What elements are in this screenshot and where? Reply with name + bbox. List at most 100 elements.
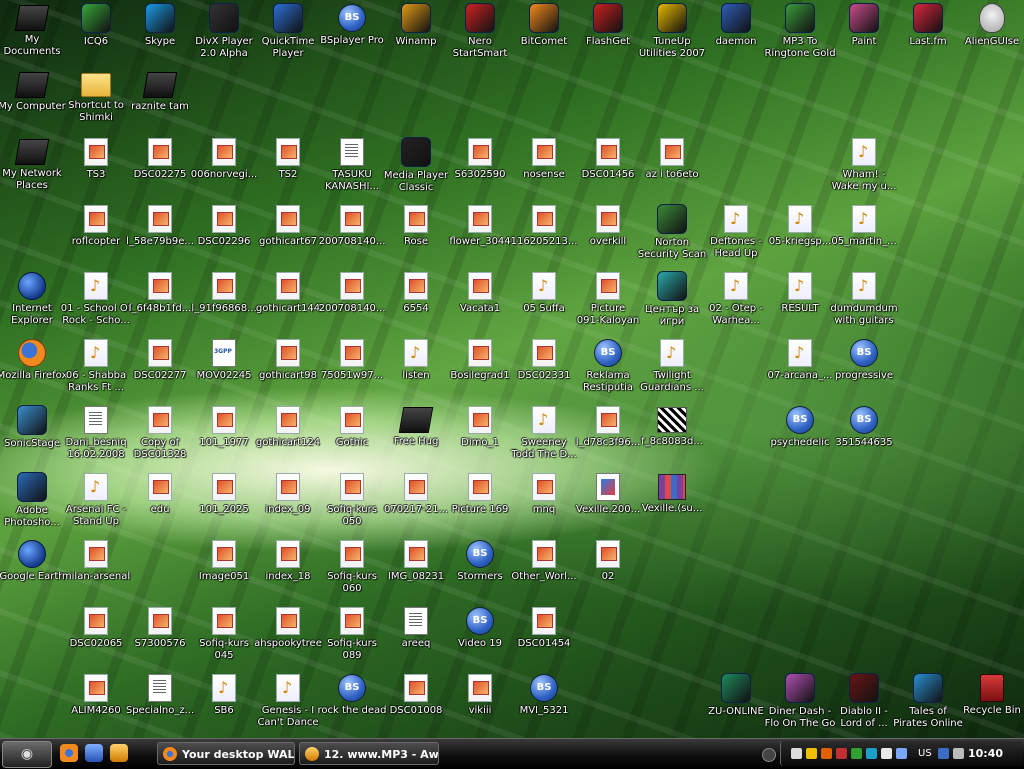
documents-icon [14, 5, 50, 31]
quick-launch-winamp-icon[interactable] [110, 744, 128, 762]
bsplayer-icon: BS [338, 4, 366, 32]
quick-launch-firefox-icon[interactable] [60, 744, 78, 762]
image-file-icon [212, 540, 236, 568]
image-file-icon [340, 339, 364, 367]
desktop-icon[interactable]: Twilight Guardians ... [634, 337, 710, 393]
google-earth-icon [18, 540, 46, 568]
image-file-icon [276, 473, 300, 501]
desktop[interactable]: My Documents ICQ6 Skype DivX Player 2.0 Alp… [0, 0, 1024, 738]
pirates-icon [913, 673, 943, 703]
norton-icon [657, 204, 687, 234]
quick-launch-ie-icon[interactable] [85, 744, 103, 762]
image-file-icon [84, 540, 108, 568]
image-file-icon [532, 473, 556, 501]
image-file-icon [212, 406, 236, 434]
desktop-icon[interactable]: Recycle Bin [954, 672, 1024, 717]
audio-file-icon [788, 205, 812, 233]
desktop-icon[interactable]: DSC01454 [506, 605, 582, 650]
tray-network-icon[interactable] [896, 748, 907, 759]
desktop-icon-label: 351544635 [835, 437, 893, 448]
bsplayer-file-icon: BS [786, 406, 814, 434]
tray-icon[interactable] [866, 748, 877, 759]
image-file-icon [148, 272, 172, 300]
bsplayer-file-icon: BS [466, 540, 494, 568]
desktop-icon[interactable]: 02 [570, 538, 646, 583]
audio-file-icon [852, 272, 876, 300]
audio-file-icon [852, 138, 876, 166]
ringtone-icon [785, 3, 815, 33]
bw-image-icon [657, 407, 687, 433]
tray-icon[interactable] [821, 748, 832, 759]
taskbar-button-winamp[interactable]: 12. www.MP3 - Aw... [299, 742, 439, 765]
desktop-icon[interactable]: BS progressive [826, 337, 902, 382]
shortcut-icon [398, 407, 434, 433]
tray-icon[interactable] [881, 748, 892, 759]
firefox-icon [18, 339, 46, 367]
desktop-icon[interactable]: az i to6eto [634, 136, 710, 181]
desktop-icon[interactable]: 05_martin_... [826, 203, 902, 248]
desktop-icon-label: dumdumdum with guitars [830, 303, 898, 326]
desktop-icon[interactable]: dumdumdum with guitars [826, 270, 902, 326]
desktop-icon[interactable]: Vexille.(su... [634, 471, 710, 515]
divx-icon [209, 3, 239, 33]
image-file-icon [340, 540, 364, 568]
desktop-icon-label: Twilight Guardians ... [640, 370, 704, 393]
image-file-icon [532, 205, 556, 233]
audio-file-icon [852, 205, 876, 233]
image-file-icon [468, 138, 492, 166]
image-file-icon [276, 540, 300, 568]
image-file-icon [404, 205, 428, 233]
task-label: 12. www.MP3 - Aw... [324, 748, 439, 761]
document-icon [148, 674, 172, 702]
desktop-icon[interactable]: AlienGUIse [954, 2, 1024, 48]
taskbar: ◉ Your desktop WAL... 12. www.MP3 - Aw..… [0, 738, 1024, 769]
clock[interactable]: 10:40 [968, 741, 1003, 766]
audio-file-icon [724, 205, 748, 233]
desktop-icon-label: Wham! - Wake my u... [831, 169, 897, 192]
image-file-icon [532, 339, 556, 367]
taskbar-button-firefox[interactable]: Your desktop WAL... [157, 742, 295, 765]
image-file-icon [148, 406, 172, 434]
winamp-icon [305, 747, 319, 761]
tray-volume-icon[interactable] [953, 748, 964, 759]
image-file-icon [468, 406, 492, 434]
audio-file-icon [84, 339, 108, 367]
document-icon [404, 607, 428, 635]
zu-online-icon [721, 673, 751, 703]
recycle-bin-icon [980, 674, 1004, 702]
bsplayer-file-icon: BS [850, 339, 878, 367]
desktop-icon[interactable]: raznite tam [122, 69, 198, 113]
image-file-icon [404, 272, 428, 300]
desktop-icon-label: az i to6eto [645, 169, 699, 180]
image-file-icon [276, 272, 300, 300]
desktop-icon[interactable]: BS MVI_5321 [506, 672, 582, 717]
image-file-icon [468, 205, 492, 233]
tray-icon[interactable] [836, 748, 847, 759]
network-icon [14, 139, 50, 165]
image-file-icon [84, 205, 108, 233]
tray-security-icon[interactable] [806, 748, 817, 759]
language-indicator[interactable]: US [918, 741, 932, 766]
image-file-icon [148, 205, 172, 233]
tray-icon[interactable] [938, 748, 949, 759]
tray-icon[interactable] [851, 748, 862, 759]
computer-icon [14, 72, 50, 98]
start-button[interactable]: ◉ [2, 741, 52, 768]
desktop-icon[interactable]: milan-arsenal [58, 538, 134, 583]
system-tray: US 10:40 [780, 741, 1023, 766]
bitcomet-icon [529, 3, 559, 33]
sonicstage-icon [17, 405, 47, 435]
audio-file-icon [212, 674, 236, 702]
video-file-icon [212, 339, 236, 367]
desktop-icon[interactable]: f_8c8083d... [634, 404, 710, 448]
nero-icon [465, 3, 495, 33]
image-file-icon [404, 473, 428, 501]
image-file-icon [276, 339, 300, 367]
audio-file-icon [276, 674, 300, 702]
desktop-icon[interactable]: BS 351544635 [826, 404, 902, 449]
desktop-icon[interactable]: Wham! - Wake my u... [826, 136, 902, 192]
image-file-icon [596, 138, 620, 166]
desktop-icon-label: MVI_5321 [519, 705, 569, 716]
tray-icon[interactable] [791, 748, 802, 759]
tray-expand-button[interactable] [762, 748, 776, 762]
